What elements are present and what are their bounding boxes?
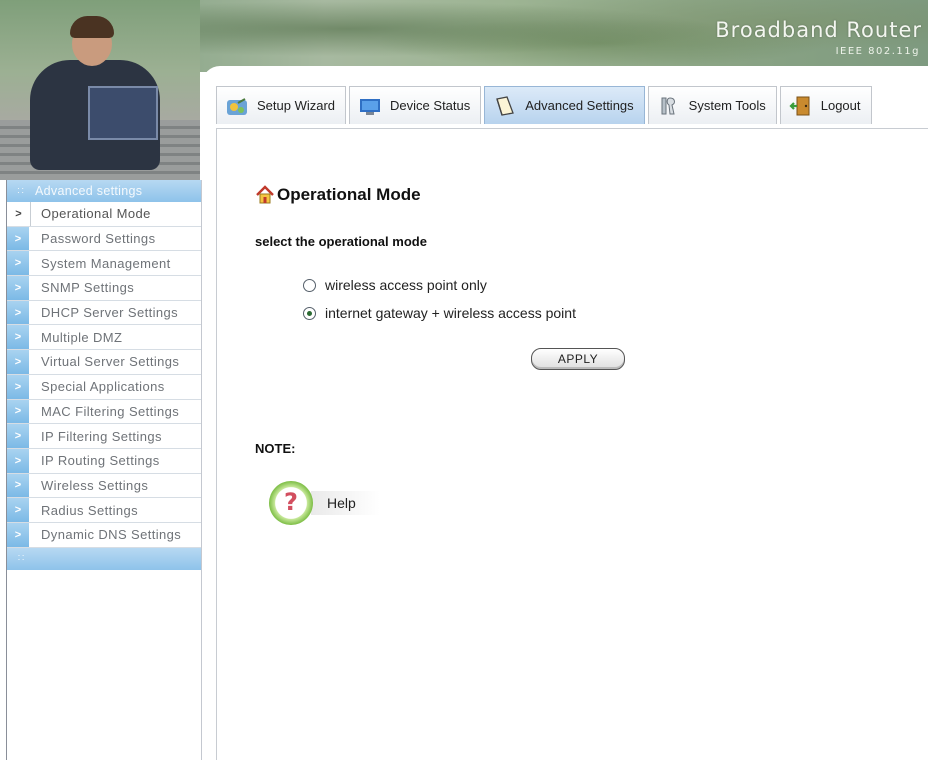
sidebar-item-virtual-server-settings[interactable]: > Virtual Server Settings xyxy=(7,350,201,375)
sidebar-item-password-settings[interactable]: > Password Settings xyxy=(7,226,201,252)
option-label: wireless access point only xyxy=(325,277,487,293)
header-photo xyxy=(0,0,200,180)
sidebar-item-ip-filtering-settings[interactable]: > IP Filtering Settings xyxy=(7,424,201,449)
photo-laptop xyxy=(88,86,158,140)
content-top-border xyxy=(216,128,928,129)
tab-label: System Tools xyxy=(688,98,766,113)
sidebar-item-label: MAC Filtering Settings xyxy=(41,403,180,419)
door-exit-icon xyxy=(789,95,813,117)
sidebar-item-multiple-dmz[interactable]: > Multiple DMZ xyxy=(7,325,201,351)
chevron-right-icon: > xyxy=(7,251,31,276)
sidebar-footer: ∷ xyxy=(7,547,201,570)
chevron-right-icon: > xyxy=(7,473,31,498)
sidebar-item-dhcp-server-settings[interactable]: > DHCP Server Settings xyxy=(7,300,201,326)
sidebar-item-radius-settings[interactable]: > Radius Settings xyxy=(7,498,201,523)
help-label: Help xyxy=(311,491,397,515)
sidebar-item-label: Special Applications xyxy=(41,379,165,395)
note-label: NOTE: xyxy=(255,441,296,456)
chevron-right-icon: > xyxy=(7,374,31,399)
tools-icon xyxy=(657,95,681,117)
home-icon xyxy=(255,185,275,205)
tab-advanced-settings[interactable]: Advanced Settings xyxy=(484,86,645,124)
brand-subtitle: IEEE 802.11g xyxy=(835,46,920,57)
option-gateway-plus-ap[interactable]: internet gateway + wireless access point xyxy=(303,305,576,321)
chevron-right-icon: > xyxy=(7,276,31,300)
photo-person-hair xyxy=(70,16,114,38)
sidebar-item-label: System Management xyxy=(41,255,171,271)
tab-label: Logout xyxy=(820,98,861,113)
tab-label: Setup Wizard xyxy=(257,98,336,113)
sidebar-header: ∷ Advanced settings xyxy=(7,180,201,202)
chevron-right-icon: > xyxy=(7,325,31,350)
sidebar-item-system-management[interactable]: > System Management xyxy=(7,251,201,277)
section-subtitle: select the operational mode xyxy=(255,234,427,249)
chevron-right-icon: > xyxy=(7,300,31,325)
chevron-right-icon: > xyxy=(7,424,31,448)
option-wireless-ap-only[interactable]: wireless access point only xyxy=(303,277,487,293)
sidebar-item-dynamic-dns-settings[interactable]: > Dynamic DNS Settings xyxy=(7,522,201,548)
sidebar-item-label: Operational Mode xyxy=(41,206,151,222)
sidebar-item-ip-routing-settings[interactable]: > IP Routing Settings xyxy=(7,448,201,474)
sidebar-header-dots: ∷ xyxy=(17,185,25,197)
sidebar-item-label: Multiple DMZ xyxy=(41,329,123,345)
page-title: Operational Mode xyxy=(255,185,421,205)
page-title-text: Operational Mode xyxy=(277,185,421,204)
sidebar-item-special-applications[interactable]: > Special Applications xyxy=(7,374,201,400)
wizard-icon xyxy=(225,95,249,117)
sidebar: ∷ Advanced settings > Operational Mode > P… xyxy=(6,180,202,760)
sidebar-footer-dots: ∷ xyxy=(17,553,25,565)
chevron-right-icon: > xyxy=(7,399,31,424)
sidebar-item-label: DHCP Server Settings xyxy=(41,305,179,321)
chevron-right-icon: > xyxy=(7,522,31,547)
sidebar-item-label: SNMP Settings xyxy=(41,280,135,296)
tab-device-status[interactable]: Device Status xyxy=(349,86,482,124)
monitor-icon xyxy=(358,95,382,117)
sidebar-item-label: Virtual Server Settings xyxy=(41,354,180,370)
tab-label: Advanced Settings xyxy=(525,98,634,113)
chevron-right-icon: > xyxy=(7,202,31,226)
chevron-right-icon: > xyxy=(7,350,31,374)
chevron-right-icon: > xyxy=(7,448,31,473)
help-question-icon: ? xyxy=(269,481,313,525)
sidebar-item-label: Wireless Settings xyxy=(41,477,149,493)
sidebar-item-label: IP Routing Settings xyxy=(41,453,160,469)
content-left-border xyxy=(216,128,217,760)
question-mark-glyph: ? xyxy=(284,488,298,516)
option-label: internet gateway + wireless access point xyxy=(325,305,576,321)
chevron-right-icon: > xyxy=(7,498,31,522)
sidebar-item-label: Dynamic DNS Settings xyxy=(41,527,182,543)
sidebar-item-label: Radius Settings xyxy=(41,502,139,518)
sidebar-item-wireless-settings[interactable]: > Wireless Settings xyxy=(7,473,201,499)
tab-label: Device Status xyxy=(390,98,471,113)
apply-button[interactable]: APPLY xyxy=(531,348,625,370)
sidebar-item-snmp-settings[interactable]: > SNMP Settings xyxy=(7,276,201,301)
tab-system-tools[interactable]: System Tools xyxy=(647,86,777,124)
chevron-right-icon: > xyxy=(7,226,31,251)
radio-button-selected[interactable] xyxy=(303,306,316,320)
brand-title: Broadband Router xyxy=(715,18,922,42)
notebook-icon xyxy=(493,95,517,117)
tab-logout[interactable]: Logout xyxy=(779,86,872,124)
help-button[interactable]: ? Help xyxy=(269,481,397,525)
top-tabs: Setup Wizard Device Status Advanced Sett… xyxy=(216,86,875,126)
tab-setup-wizard[interactable]: Setup Wizard xyxy=(216,86,347,124)
sidebar-item-operational-mode[interactable]: > Operational Mode xyxy=(7,202,201,227)
radio-button[interactable] xyxy=(303,278,316,292)
sidebar-header-label: Advanced settings xyxy=(35,184,143,198)
sidebar-item-mac-filtering-settings[interactable]: > MAC Filtering Settings xyxy=(7,399,201,425)
sidebar-item-label: IP Filtering Settings xyxy=(41,428,162,444)
sidebar-item-label: Password Settings xyxy=(41,231,156,247)
